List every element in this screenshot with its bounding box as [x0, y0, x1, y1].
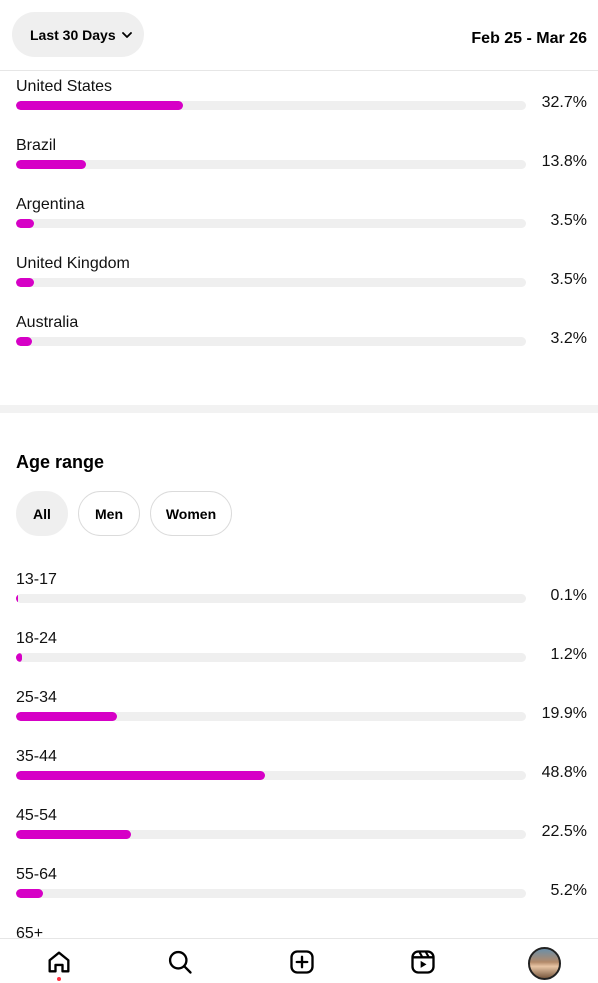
create-icon — [290, 950, 314, 974]
section-divider — [0, 405, 598, 413]
location-bar-fill — [16, 219, 34, 228]
filter-label: Women — [165, 505, 217, 522]
location-bar-fill — [16, 160, 86, 169]
age-range-bar-track — [16, 889, 526, 898]
age-range-row: 35-44 48.8% — [16, 748, 587, 807]
age-range-bar-track — [16, 653, 526, 662]
age-range-percent: 19.9% — [541, 705, 587, 722]
age-range-percent: 0.1% — [550, 587, 587, 604]
location-bar-track — [16, 219, 526, 228]
nav-home[interactable] — [44, 947, 74, 981]
age-range-bar-track — [16, 830, 526, 839]
nav-create[interactable] — [287, 947, 317, 977]
age-range-bar-fill — [16, 830, 131, 839]
location-label: United Kingdom — [16, 255, 130, 272]
age-range-label: 18-24 — [16, 630, 57, 647]
location-row: Argentina 3.5% — [16, 196, 587, 255]
location-row: United Kingdom 3.5% — [16, 255, 587, 314]
age-range-row: 18-24 1.2% — [16, 630, 587, 689]
filter-men-button[interactable]: Men — [78, 491, 140, 536]
age-range-percent: 1.2% — [550, 646, 587, 663]
location-label: Argentina — [16, 196, 85, 213]
period-dropdown[interactable]: Last 30 Days — [12, 12, 144, 57]
location-row: United States 32.7% — [16, 78, 587, 137]
location-label: Australia — [16, 314, 79, 331]
age-range-bar-track — [16, 712, 526, 721]
age-range-row: 45-54 22.5% — [16, 807, 587, 866]
filter-all-button[interactable]: All — [16, 491, 68, 536]
age-range-row: 55-64 5.2% — [16, 866, 587, 925]
age-range-bar-track — [16, 594, 526, 603]
age-range-label: 13-17 — [16, 571, 57, 588]
age-range-bar-fill — [16, 653, 22, 662]
location-percent: 3.2% — [550, 330, 587, 347]
filter-label: Men — [95, 505, 123, 522]
location-bar-fill — [16, 101, 183, 110]
location-bar-track — [16, 337, 526, 346]
age-range-bar-fill — [16, 712, 117, 721]
age-range-bar-fill — [16, 771, 265, 780]
location-percent: 3.5% — [550, 271, 587, 288]
age-range-label: 35-44 — [16, 748, 57, 765]
age-range-label: 25-34 — [16, 689, 57, 706]
age-range-bar-track — [16, 771, 526, 780]
age-range-label: 55-64 — [16, 866, 57, 883]
age-range-title: Age range — [16, 452, 105, 472]
location-bar-track — [16, 160, 526, 169]
location-label: United States — [16, 78, 113, 95]
location-bar-track — [16, 101, 526, 110]
nav-reels[interactable] — [408, 947, 438, 977]
bottom-nav — [0, 938, 598, 983]
age-range-row: 13-17 0.1% — [16, 571, 587, 630]
gender-filter: All Men Women — [16, 491, 232, 536]
filter-label: All — [33, 505, 51, 522]
age-range-row: 25-34 19.9% — [16, 689, 587, 748]
age-range-percent: 5.2% — [550, 882, 587, 899]
age-range-bar-fill — [16, 594, 18, 603]
reels-icon — [411, 950, 435, 974]
notification-dot — [57, 977, 61, 981]
location-bar-fill — [16, 337, 32, 346]
age-range-label: 45-54 — [16, 807, 57, 824]
top-bar: Last 30 Days Feb 25 - Mar 26 — [0, 0, 598, 71]
location-percent: 32.7% — [541, 94, 587, 111]
chevron-down-icon — [120, 28, 134, 42]
home-icon — [48, 951, 70, 973]
location-label: Brazil — [16, 137, 57, 154]
age-range-percent: 48.8% — [541, 764, 587, 781]
nav-search[interactable] — [165, 947, 195, 977]
date-range: Feb 25 - Mar 26 — [471, 30, 587, 47]
period-label: Last 30 Days — [30, 26, 116, 43]
age-range-bar-fill — [16, 889, 43, 898]
age-range-percent: 22.5% — [541, 823, 587, 840]
location-row: Australia 3.2% — [16, 314, 587, 373]
location-percent: 3.5% — [550, 212, 587, 229]
location-percent: 13.8% — [541, 153, 587, 170]
location-bar-track — [16, 278, 526, 287]
location-row: Brazil 13.8% — [16, 137, 587, 196]
profile-avatar[interactable] — [528, 947, 561, 980]
filter-women-button[interactable]: Women — [150, 491, 232, 536]
search-icon — [168, 950, 192, 974]
location-bar-fill — [16, 278, 34, 287]
